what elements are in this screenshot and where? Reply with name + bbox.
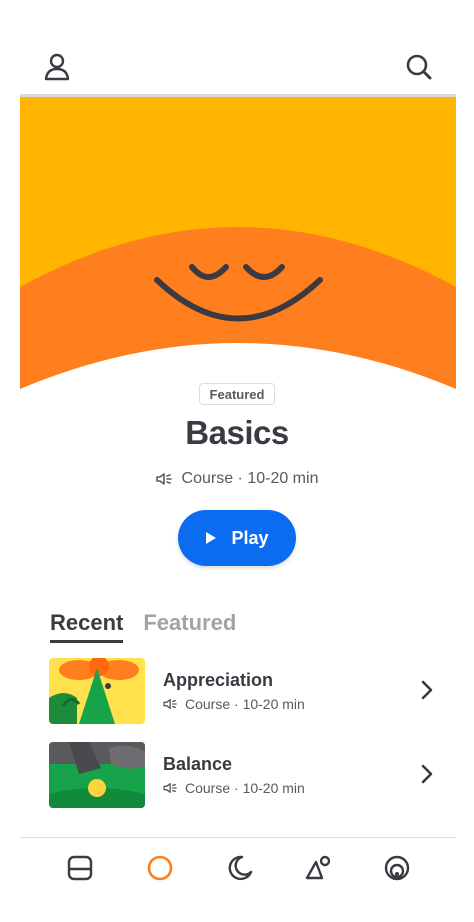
list-item-meta: Course · 10-20 min <box>163 780 305 796</box>
nav-sleep[interactable] <box>220 848 260 888</box>
sleep-icon <box>228 855 253 881</box>
course-title: Basics <box>185 414 289 451</box>
appreciation-thumbnail <box>49 658 145 724</box>
meditate-icon <box>147 855 173 881</box>
search-button[interactable] <box>399 47 439 87</box>
course-meta: Course · 10-20 min <box>0 470 474 488</box>
play-icon <box>206 532 217 544</box>
tab-featured[interactable]: Featured <box>143 610 236 643</box>
list-item[interactable]: Appreciation Course · 10-20 min <box>49 658 439 724</box>
play-button[interactable]: Play <box>178 510 296 566</box>
top-bar <box>0 0 474 96</box>
audio-icon <box>163 783 177 793</box>
list-item-meta: Course · 10-20 min <box>163 696 305 712</box>
nav-meditate[interactable] <box>140 848 180 888</box>
person-icon <box>44 53 70 81</box>
profile-button[interactable] <box>37 47 77 87</box>
nav-divider <box>20 837 456 838</box>
list-item-title: Appreciation <box>163 670 274 690</box>
chevron-right-icon <box>421 764 433 784</box>
list-item[interactable]: Balance Course · 10-20 min <box>49 742 439 808</box>
course-meta-text: Course · 10-20 min <box>181 470 319 487</box>
nav-focus[interactable] <box>377 848 417 888</box>
play-button-label: Play <box>231 527 269 548</box>
audio-icon <box>163 699 177 709</box>
list-item-title: Balance <box>163 754 233 774</box>
balance-thumbnail <box>49 742 145 808</box>
featured-badge: Featured <box>199 383 275 405</box>
nav-move[interactable] <box>298 848 338 888</box>
search-icon <box>406 54 432 80</box>
nav-today[interactable] <box>60 848 100 888</box>
content-tabs: Recent Featured <box>50 610 236 643</box>
chevron-right-icon <box>421 680 433 700</box>
today-icon <box>67 855 93 881</box>
list-item-meta-text: Course · 10-20 min <box>185 696 305 712</box>
focus-icon <box>384 855 410 881</box>
bottom-nav <box>0 840 474 900</box>
tab-recent[interactable]: Recent <box>50 610 124 643</box>
hero-illustration <box>20 97 456 389</box>
audio-icon <box>155 473 172 485</box>
list-item-meta-text: Course · 10-20 min <box>185 780 305 796</box>
move-icon <box>305 855 331 880</box>
